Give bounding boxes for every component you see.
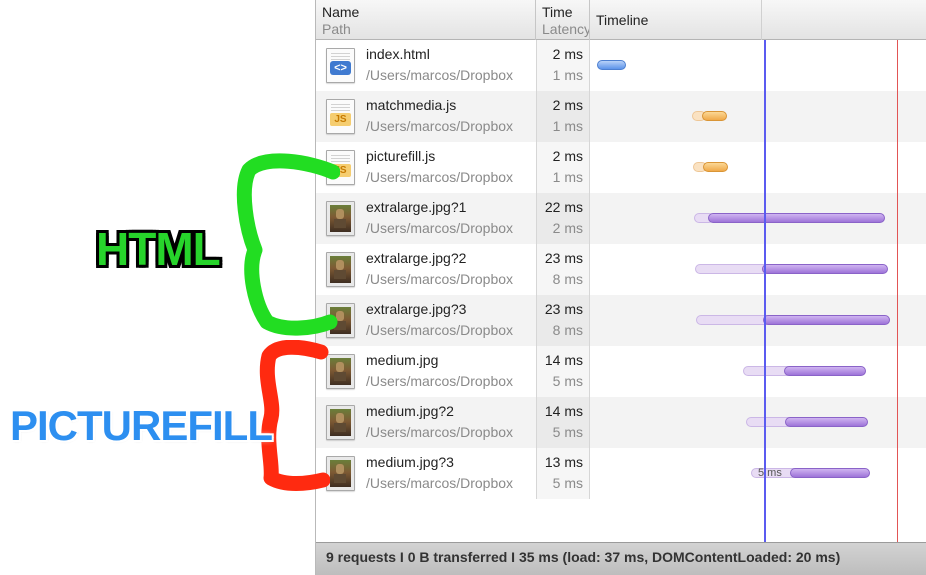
request-list: <> index.html /Users/marcos/Dropbox 2 ms…	[316, 40, 926, 499]
time-header-label: Time	[542, 4, 573, 20]
request-latency: 1 ms	[552, 169, 583, 185]
request-time: 2 ms	[552, 46, 583, 62]
request-path: /Users/marcos/Dropbox	[366, 424, 514, 440]
image-file-icon	[326, 405, 355, 440]
request-name[interactable]: extralarge.jpg?3	[366, 301, 534, 317]
request-latency: 5 ms	[552, 373, 583, 389]
bar-duration-label: 5 ms	[758, 467, 782, 479]
request-row[interactable]: extralarge.jpg?3 /Users/marcos/Dropbox 2…	[316, 295, 926, 346]
request-path: /Users/marcos/Dropbox	[366, 169, 514, 185]
request-name[interactable]: medium.jpg?3	[366, 454, 534, 470]
timeline-bar[interactable]	[790, 468, 870, 478]
network-panel: Name Path Time Latency Timeline <> index…	[315, 0, 926, 575]
timeline-header-label: Timeline	[596, 12, 649, 28]
request-path: /Users/marcos/Dropbox	[366, 373, 514, 389]
request-name[interactable]: picturefill.js	[366, 148, 534, 164]
request-name[interactable]: extralarge.jpg?2	[366, 250, 534, 266]
timeline-bar[interactable]	[702, 111, 727, 121]
request-time: 13 ms	[544, 454, 583, 470]
picturefill-annotation-label: PICTUREFILL	[10, 402, 273, 449]
js-file-icon: JS	[326, 99, 355, 134]
request-time: 23 ms	[544, 250, 583, 266]
request-row[interactable]: <> index.html /Users/marcos/Dropbox 2 ms…	[316, 40, 926, 91]
timeline-column-header[interactable]: Timeline	[590, 0, 762, 40]
timeline-bar[interactable]	[597, 60, 626, 70]
request-time: 22 ms	[544, 199, 583, 215]
request-row[interactable]: medium.jpg /Users/marcos/Dropbox 14 ms 5…	[316, 346, 926, 397]
request-name[interactable]: extralarge.jpg?1	[366, 199, 534, 215]
timeline-bar[interactable]	[703, 162, 728, 172]
name-header-label: Name	[322, 4, 360, 20]
request-path: /Users/marcos/Dropbox	[366, 220, 514, 236]
request-name[interactable]: medium.jpg?2	[366, 403, 534, 419]
request-time: 2 ms	[552, 97, 583, 113]
html-file-icon: <>	[326, 48, 355, 83]
request-row[interactable]: JS matchmedia.js /Users/marcos/Dropbox 2…	[316, 91, 926, 142]
request-time: 2 ms	[552, 148, 583, 164]
time-column-header[interactable]: Time Latency	[536, 0, 590, 40]
request-path: /Users/marcos/Dropbox	[366, 118, 514, 134]
timeline-bar[interactable]	[784, 366, 866, 376]
request-path: /Users/marcos/Dropbox	[366, 475, 514, 491]
request-time: 14 ms	[544, 352, 583, 368]
request-path: /Users/marcos/Dropbox	[366, 67, 514, 83]
load-marker	[897, 40, 898, 575]
request-path: /Users/marcos/Dropbox	[366, 271, 514, 287]
timeline-bar-latency[interactable]	[695, 264, 771, 274]
request-row[interactable]: extralarge.jpg?2 /Users/marcos/Dropbox 2…	[316, 244, 926, 295]
domcontentloaded-marker	[764, 40, 766, 575]
timeline-bar[interactable]	[785, 417, 868, 427]
request-latency: 2 ms	[552, 220, 583, 236]
request-latency: 5 ms	[552, 475, 583, 491]
column-header: Name Path Time Latency Timeline	[316, 0, 926, 40]
timeline-bar[interactable]	[708, 213, 885, 223]
html-bracket	[236, 153, 340, 336]
timeline-bar[interactable]	[763, 315, 890, 325]
image-file-icon	[326, 354, 355, 389]
name-column-header[interactable]: Name Path	[316, 0, 536, 40]
image-file-icon	[326, 456, 355, 491]
request-latency: 5 ms	[552, 424, 583, 440]
request-latency: 8 ms	[552, 322, 583, 338]
request-name[interactable]: medium.jpg	[366, 352, 534, 368]
request-latency: 8 ms	[552, 271, 583, 287]
html-annotation-label: HTML	[96, 223, 221, 275]
request-row[interactable]: medium.jpg?2 /Users/marcos/Dropbox 14 ms…	[316, 397, 926, 448]
request-time: 23 ms	[544, 301, 583, 317]
status-bar-summary: 9 requests I 0 B transferred I 35 ms (lo…	[316, 542, 926, 575]
latency-header-label: Latency	[542, 21, 590, 37]
request-row[interactable]: extralarge.jpg?1 /Users/marcos/Dropbox 2…	[316, 193, 926, 244]
timeline-bar[interactable]	[762, 264, 888, 274]
request-latency: 1 ms	[552, 118, 583, 134]
request-row[interactable]: medium.jpg?3 /Users/marcos/Dropbox 13 ms…	[316, 448, 926, 499]
request-row[interactable]: JS picturefill.js /Users/marcos/Dropbox …	[316, 142, 926, 193]
timeline-bar-latency[interactable]	[696, 315, 772, 325]
request-name[interactable]: index.html	[366, 46, 534, 62]
request-latency: 1 ms	[552, 67, 583, 83]
request-name[interactable]: matchmedia.js	[366, 97, 534, 113]
request-time: 14 ms	[544, 403, 583, 419]
path-header-label: Path	[322, 21, 351, 37]
request-path: /Users/marcos/Dropbox	[366, 322, 514, 338]
